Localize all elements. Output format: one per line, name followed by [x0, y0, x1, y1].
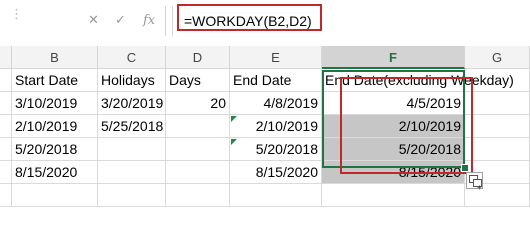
column-header-d[interactable]: D — [166, 46, 230, 69]
cell-d4[interactable] — [166, 138, 230, 161]
result-highlight-box — [340, 77, 473, 174]
cell-g4[interactable] — [465, 138, 530, 161]
cell-f6[interactable] — [322, 184, 465, 207]
error-indicator-icon[interactable] — [231, 116, 237, 122]
cell-d5[interactable] — [166, 161, 230, 184]
cell-e4[interactable]: 5/20/2018 — [230, 138, 322, 161]
cancel-x-icon[interactable]: ✕ — [88, 14, 99, 28]
cell-b4[interactable]: 5/20/2018 — [12, 138, 98, 161]
cell-c4[interactable] — [98, 138, 166, 161]
cell-a6[interactable] — [0, 184, 12, 207]
column-header-b[interactable]: B — [12, 46, 98, 69]
cell-e1[interactable]: End Date — [230, 69, 322, 92]
cell-d3[interactable] — [166, 115, 230, 138]
cell-e5[interactable]: 8/15/2020 — [230, 161, 322, 184]
cell-g3[interactable] — [465, 115, 530, 138]
cell-a4[interactable] — [0, 138, 12, 161]
cell-b3[interactable]: 2/10/2019 — [12, 115, 98, 138]
cell-a3[interactable] — [0, 115, 12, 138]
cell-e6[interactable] — [230, 184, 322, 207]
more-options-icon[interactable]: ⋮ — [10, 8, 23, 22]
cell-a5[interactable] — [0, 161, 12, 184]
cell-c1[interactable]: Holidays — [98, 69, 166, 92]
cell-b2[interactable]: 3/10/2019 — [12, 92, 98, 115]
row-header-corner[interactable] — [0, 46, 12, 69]
cell-c5[interactable] — [98, 161, 166, 184]
column-header-g[interactable]: G — [465, 46, 530, 69]
cell-b1[interactable]: Start Date — [12, 69, 98, 92]
column-header-e[interactable]: E — [230, 46, 322, 69]
column-header-c[interactable]: C — [98, 46, 166, 69]
error-indicator-icon[interactable] — [231, 139, 237, 145]
cell-d2[interactable]: 20 — [166, 92, 230, 115]
formula-bar-separator — [165, 6, 166, 36]
cell-e3[interactable]: 2/10/2019 — [230, 115, 322, 138]
formula-highlight-box — [177, 4, 322, 31]
cell-c6[interactable] — [98, 184, 166, 207]
cell-g1[interactable] — [465, 69, 530, 92]
cell-d6[interactable] — [166, 184, 230, 207]
cell-d1[interactable]: Days — [166, 69, 230, 92]
auto-fill-options-icon[interactable]: + — [466, 172, 483, 192]
cell-b5[interactable]: 8/15/2020 — [12, 161, 98, 184]
enter-check-icon[interactable]: ✓ — [115, 14, 126, 28]
column-header-f[interactable]: F — [322, 46, 465, 69]
cell-c3[interactable]: 5/25/2018 — [98, 115, 166, 138]
insert-function-fx-icon[interactable]: fx — [143, 14, 155, 28]
cell-e2[interactable]: 4/8/2019 — [230, 92, 322, 115]
cell-g2[interactable] — [465, 92, 530, 115]
cell-c2[interactable]: 3/20/2019 — [98, 92, 166, 115]
cell-b6[interactable] — [12, 184, 98, 207]
cell-a2[interactable] — [0, 92, 12, 115]
formula-bar: ⋮ ✕ ✓ fx =WORKDAY(B2,D2) — [0, 0, 530, 44]
cell-a1[interactable] — [0, 69, 12, 92]
